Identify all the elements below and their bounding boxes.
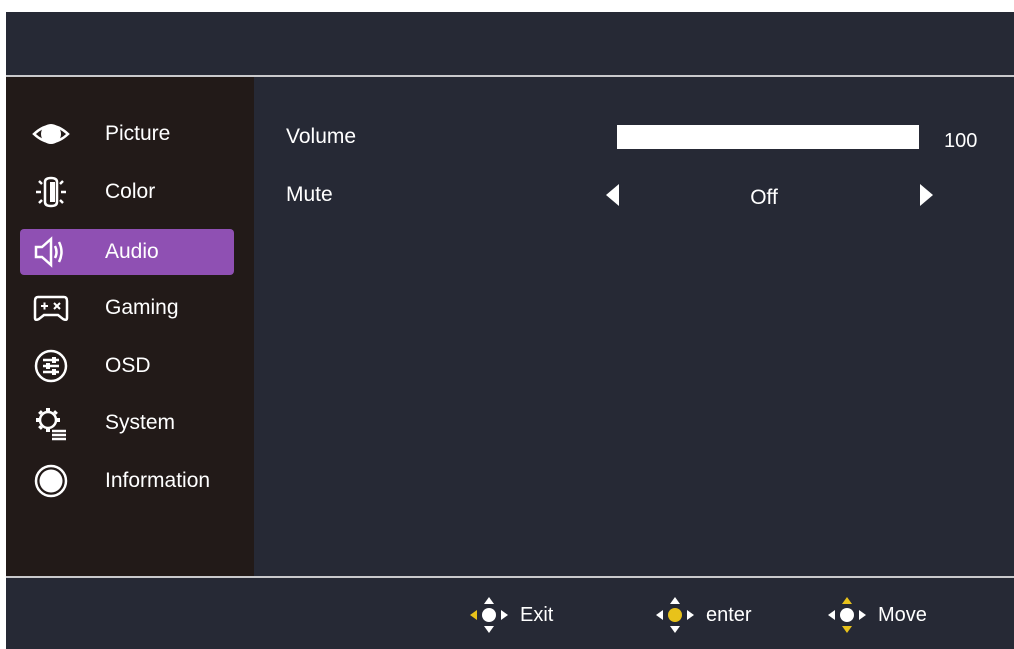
- menu-item-label: Picture: [105, 122, 171, 145]
- sidebar-menu: Picture Color Audio Gaming OSD System In…: [6, 77, 254, 576]
- menu-item-label: Gaming: [105, 296, 179, 319]
- volume-value: 100: [944, 130, 978, 152]
- enter-hint: enter: [652, 595, 752, 635]
- volume-slider[interactable]: [617, 125, 919, 149]
- menu-item-picture[interactable]: Picture: [20, 111, 234, 157]
- volume-slider-fill: [618, 126, 918, 148]
- joystick-left-icon: [470, 597, 508, 633]
- menu-item-label: Information: [105, 469, 211, 492]
- move-hint: Move: [824, 595, 927, 635]
- joystick-press-icon: [656, 597, 694, 633]
- menu-item-gaming[interactable]: Gaming: [20, 285, 234, 331]
- mute-value[interactable]: Off: [714, 186, 814, 210]
- menu-item-information[interactable]: Information: [20, 458, 234, 504]
- exit-hint: Exit: [466, 595, 553, 635]
- mute-label: Mute: [286, 183, 333, 206]
- osd-sliders-icon: [32, 348, 70, 384]
- volume-label: Volume: [286, 125, 357, 148]
- menu-item-label: Audio: [105, 240, 159, 263]
- menu-item-label: System: [105, 411, 176, 434]
- menu-item-osd[interactable]: OSD: [20, 343, 234, 389]
- audio-settings-panel: Volume 100 Mute Off: [254, 77, 1014, 576]
- move-hint-label: Move: [878, 603, 927, 626]
- speaker-icon: [32, 234, 70, 270]
- mute-next-arrow-icon[interactable]: [920, 184, 933, 206]
- mute-prev-arrow-icon[interactable]: [606, 184, 619, 206]
- osd-header: [6, 12, 1014, 75]
- joystick-up-down-icon: [828, 597, 866, 633]
- exit-hint-label: Exit: [520, 603, 554, 626]
- menu-item-audio[interactable]: Audio: [20, 229, 234, 275]
- gamepad-icon: [32, 290, 70, 326]
- menu-item-color[interactable]: Color: [20, 169, 234, 215]
- menu-item-system[interactable]: System: [20, 400, 234, 446]
- eye-icon: [32, 116, 70, 152]
- info-circle-icon: [32, 463, 70, 499]
- system-gear-icon: [32, 405, 70, 441]
- menu-item-label: Color: [105, 180, 156, 203]
- osd-footer: Exit enter Move: [6, 578, 1014, 649]
- color-bulb-icon: [32, 174, 70, 210]
- menu-item-label: OSD: [105, 354, 151, 377]
- osd-window: Picture Color Audio Gaming OSD System In…: [6, 12, 1014, 649]
- enter-hint-label: enter: [706, 603, 752, 626]
